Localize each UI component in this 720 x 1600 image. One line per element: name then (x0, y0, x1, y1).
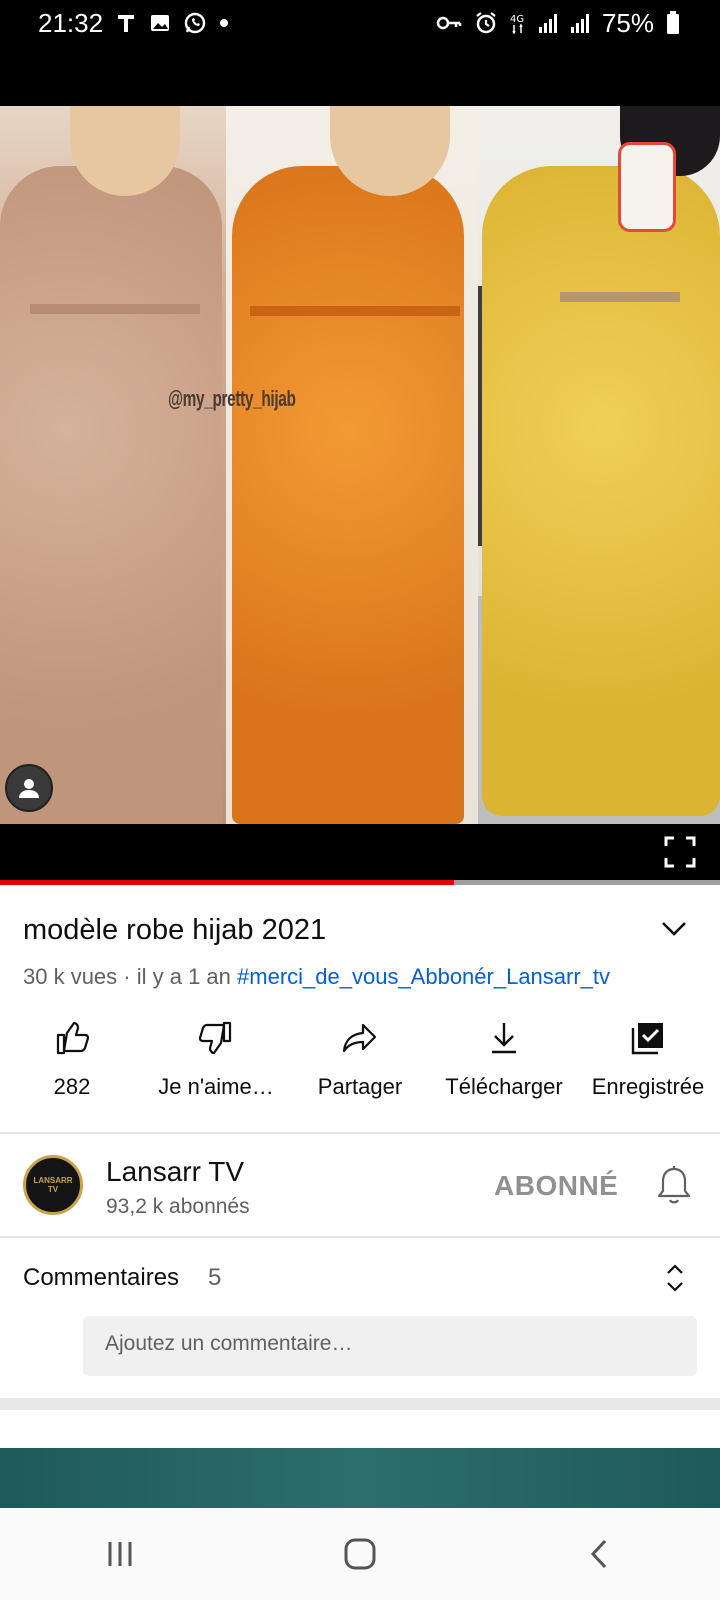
thumbs-up-icon (52, 1018, 92, 1058)
section-separator (0, 1398, 720, 1410)
home-icon (344, 1538, 376, 1570)
comments-heading[interactable]: Commentaires (23, 1264, 179, 1292)
alarm-icon (474, 11, 498, 35)
share-icon (340, 1018, 380, 1058)
t-icon (115, 12, 137, 34)
svg-text:4G: 4G (510, 14, 524, 25)
like-button[interactable]: 282 (0, 1018, 144, 1118)
back-icon (590, 1539, 607, 1569)
like-count: 282 (53, 1074, 91, 1099)
download-label: Télécharger (445, 1074, 563, 1099)
share-button[interactable]: Partager (288, 1018, 432, 1118)
whatsapp-icon (183, 11, 207, 35)
video-player[interactable]: @my_pretty_hijab (0, 106, 720, 824)
video-title: modèle robe hijab 2021 (23, 914, 327, 946)
recent-apps-icon (108, 1542, 132, 1566)
person-icon (19, 779, 39, 798)
channel-avatar-text: LANSARR (33, 1176, 73, 1185)
video-progress-fill (0, 880, 454, 885)
back-button[interactable] (570, 1524, 630, 1584)
beige-dress (0, 166, 222, 824)
fullscreen-button[interactable] (660, 832, 700, 872)
battery-icon (666, 11, 680, 35)
fullscreen-icon (664, 836, 696, 868)
video-meta: 30 k vues · il y a 1 an #merci_de_vous_A… (23, 964, 610, 990)
save-label: Enregistrée (591, 1074, 705, 1099)
4g-icon: 4G (510, 12, 526, 34)
comments-expand-button[interactable] (660, 1258, 690, 1298)
image-icon (149, 12, 171, 34)
yellow-dress (482, 166, 720, 816)
dislike-label: Je n'aime… (158, 1074, 274, 1099)
dress-belt (250, 306, 460, 316)
add-comment-input[interactable]: Ajoutez un commentaire… (83, 1316, 697, 1376)
thumbs-down-icon (196, 1018, 236, 1058)
background-app-strip (0, 1448, 720, 1508)
video-controls-bar (0, 824, 720, 882)
signal-icon (570, 12, 590, 34)
orange-dress (232, 166, 464, 824)
signal-icon (538, 12, 558, 34)
system-navigation-bar (0, 1508, 720, 1600)
home-button[interactable] (330, 1524, 390, 1584)
status-bar-right: 4G 75% (436, 8, 680, 39)
dot-icon (219, 18, 229, 28)
download-icon (484, 1018, 524, 1058)
channel-name[interactable]: Lansarr TV (106, 1156, 244, 1188)
dislike-button[interactable]: Je n'aime… (144, 1018, 288, 1118)
unfold-icon (667, 1264, 683, 1292)
channel-avatar-text: TV (47, 1185, 59, 1194)
hashtag-link[interactable]: #merci_de_vous_Abbonér_Lansarr_tv (237, 964, 610, 989)
saved-playlist-icon (628, 1018, 668, 1058)
video-stats: 30 k vues · il y a 1 an (23, 964, 231, 989)
video-channel-avatar[interactable] (5, 764, 53, 812)
recent-apps-button[interactable] (90, 1524, 150, 1584)
comments-count: 5 (208, 1264, 222, 1291)
expand-description-button[interactable] (656, 910, 692, 946)
battery-percent: 75% (601, 7, 654, 38)
channel-avatar[interactable]: LANSARR TV (23, 1155, 83, 1215)
status-time: 21:32 (38, 7, 104, 38)
video-top-letterbox (0, 46, 720, 106)
action-row: 282 Je n'aime… Partager Télécharger Enre… (0, 1018, 720, 1118)
chevron-down-icon (662, 922, 686, 936)
share-label: Partager (317, 1074, 403, 1099)
notification-bell-button[interactable] (654, 1164, 694, 1208)
key-icon (436, 12, 462, 34)
video-progress-bar[interactable] (0, 880, 720, 885)
save-button[interactable]: Enregistrée (576, 1018, 720, 1118)
dress-belt (560, 292, 680, 302)
status-bar: 21:32 4G 75% (0, 0, 720, 46)
video-watermark: @my_pretty_hijab (168, 386, 296, 411)
subscribed-button[interactable]: ABONNÉ (494, 1170, 618, 1202)
channel-subscriber-count: 93,2 k abonnés (106, 1195, 250, 1218)
divider (0, 1236, 720, 1238)
bell-icon (657, 1166, 691, 1204)
download-button[interactable]: Télécharger (432, 1018, 576, 1118)
status-bar-left: 21:32 (38, 8, 229, 39)
phone-case (618, 142, 676, 232)
dress-belt (30, 304, 200, 314)
divider (0, 1132, 720, 1134)
